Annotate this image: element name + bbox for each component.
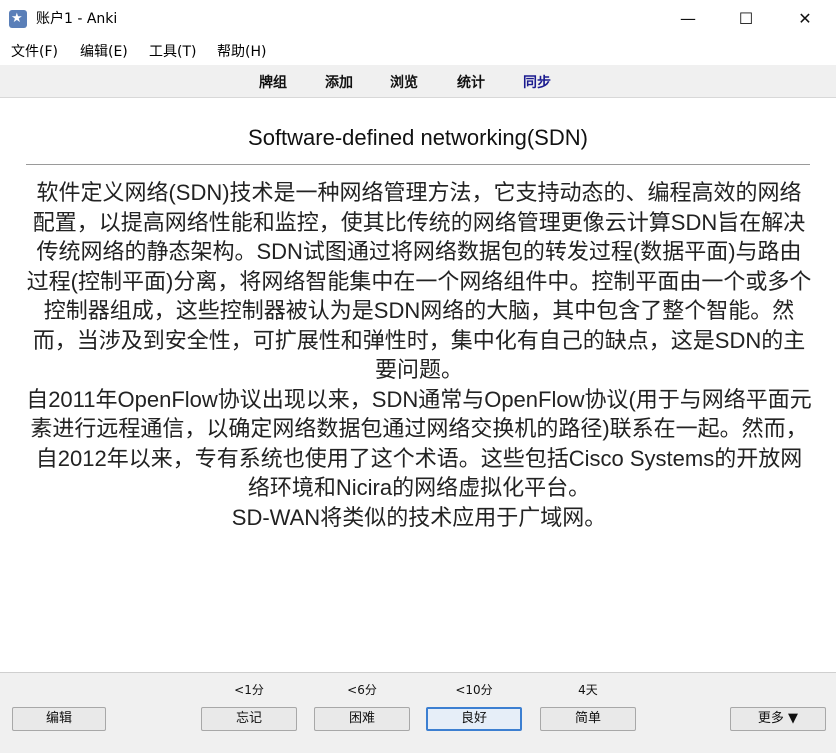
main-toolbar xyxy=(0,65,836,98)
card-paragraph-3: SD-WAN将类似的技术应用于广域网。 xyxy=(231,504,607,530)
anki-star-icon xyxy=(9,10,27,28)
minimize-button[interactable]: — xyxy=(659,0,717,38)
due-good: <10分 xyxy=(455,683,493,697)
menu-file[interactable]: 文件(F) xyxy=(11,43,58,61)
due-again: <1分 xyxy=(234,683,264,697)
window-title: 账户1 - Anki xyxy=(36,11,118,27)
card-divider xyxy=(26,164,810,165)
hard-button[interactable]: 困难 xyxy=(314,707,410,731)
menu-help[interactable]: 帮助(H) xyxy=(217,43,266,61)
toolbar-browse-link[interactable]: 浏览 xyxy=(390,74,418,92)
toolbar-stats-link[interactable]: 统计 xyxy=(457,74,485,92)
due-easy: 4天 xyxy=(578,683,598,697)
review-bottom-bar xyxy=(0,672,836,753)
again-button[interactable]: 忘记 xyxy=(201,707,297,731)
menu-tools[interactable]: 工具(T) xyxy=(149,43,196,61)
card-paragraph-1: 软件定义网络(SDN)技术是一种网络管理方法，它支持动态的、编程高效的网络配置，… xyxy=(26,180,812,382)
menu-edit[interactable]: 编辑(E) xyxy=(80,43,128,61)
due-hard: <6分 xyxy=(347,683,377,697)
card-body: 软件定义网络(SDN)技术是一种网络管理方法，它支持动态的、编程高效的网络配置，… xyxy=(26,178,812,532)
more-button[interactable]: 更多 ▼ xyxy=(730,707,826,731)
toolbar-sync-link[interactable]: 同步 xyxy=(523,74,551,92)
card-paragraph-2: 自2011年OpenFlow协议出现以来，SDN通常与OpenFlow协议(用于… xyxy=(26,386,812,501)
close-button[interactable]: ✕ xyxy=(776,0,834,38)
easy-button[interactable]: 简单 xyxy=(540,707,636,731)
maximize-button[interactable]: ☐ xyxy=(717,0,775,38)
good-button[interactable]: 良好 xyxy=(426,707,522,731)
card-title: Software-defined networking(SDN) xyxy=(248,125,588,150)
toolbar-decks-link[interactable]: 牌组 xyxy=(259,74,287,92)
edit-button[interactable]: 编辑 xyxy=(12,707,106,731)
title-bar: 账户1 - Anki — ☐ ✕ xyxy=(0,0,836,38)
toolbar-add-link[interactable]: 添加 xyxy=(325,74,353,92)
